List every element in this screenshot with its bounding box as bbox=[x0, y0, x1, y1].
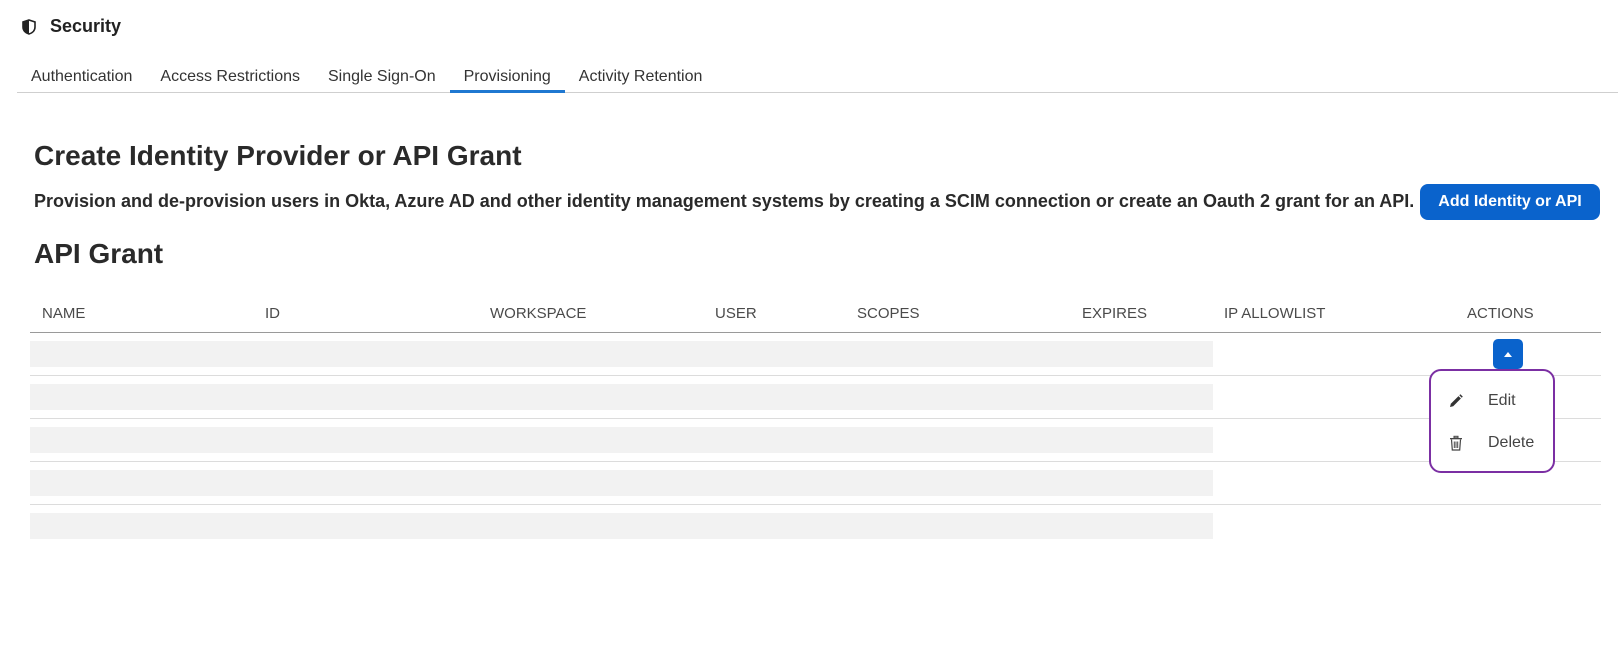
section-heading-api-grant: API Grant bbox=[34, 238, 164, 269]
tab-access-restrictions[interactable]: Access Restrictions bbox=[146, 64, 314, 92]
tab-single-sign-on[interactable]: Single Sign-On bbox=[314, 64, 450, 92]
loading-skeleton bbox=[30, 470, 1213, 496]
column-header-expires: EXPIRES bbox=[1082, 305, 1148, 322]
page-title: Security bbox=[50, 16, 122, 36]
shield-icon bbox=[22, 18, 36, 35]
menu-item-edit-label: Edit bbox=[1488, 392, 1516, 409]
column-header-actions: ACTIONS bbox=[1467, 305, 1534, 322]
loading-skeleton bbox=[30, 384, 1213, 410]
section-heading-create: Create Identity Provider or API Grant bbox=[34, 140, 522, 171]
loading-skeleton bbox=[30, 341, 1213, 367]
column-header-user: USER bbox=[715, 305, 757, 322]
table-row bbox=[30, 376, 1601, 419]
tab-provisioning[interactable]: Provisioning bbox=[449, 64, 565, 93]
menu-item-edit[interactable]: Edit bbox=[1431, 383, 1553, 419]
row-actions-toggle-button[interactable] bbox=[1493, 339, 1523, 369]
loading-skeleton bbox=[30, 513, 1213, 539]
table-header: NAME ID WORKSPACE USER SCOPES EXPIRES IP… bbox=[30, 296, 1601, 333]
tab-authentication[interactable]: Authentication bbox=[17, 64, 146, 92]
menu-item-delete-label: Delete bbox=[1488, 434, 1535, 451]
table-row bbox=[30, 333, 1601, 376]
section-description: Provision and de-provision users in Okta… bbox=[34, 191, 1415, 211]
column-header-workspace: WORKSPACE bbox=[490, 305, 587, 322]
menu-item-delete[interactable]: Delete bbox=[1431, 425, 1553, 461]
trash-icon bbox=[1447, 434, 1465, 452]
tab-bar: Authentication Access Restrictions Singl… bbox=[17, 64, 1618, 93]
loading-skeleton bbox=[30, 427, 1213, 453]
pencil-icon bbox=[1447, 392, 1465, 410]
caret-up-icon bbox=[1504, 351, 1512, 357]
table-row bbox=[30, 462, 1601, 505]
column-header-ip-allowlist: IP ALLOWLIST bbox=[1224, 305, 1326, 322]
column-header-name: NAME bbox=[42, 305, 86, 322]
column-header-scopes: SCOPES bbox=[857, 305, 920, 322]
api-grant-table: NAME ID WORKSPACE USER SCOPES EXPIRES IP… bbox=[30, 296, 1601, 547]
page-header: Security bbox=[22, 16, 121, 37]
actions-dropdown-menu: Edit Delete bbox=[1429, 369, 1555, 473]
table-row bbox=[30, 419, 1601, 462]
column-header-id: ID bbox=[265, 305, 280, 322]
table-row bbox=[30, 505, 1601, 547]
add-identity-or-api-button[interactable]: Add Identity or API bbox=[1420, 184, 1600, 220]
tab-activity-retention[interactable]: Activity Retention bbox=[565, 64, 717, 92]
